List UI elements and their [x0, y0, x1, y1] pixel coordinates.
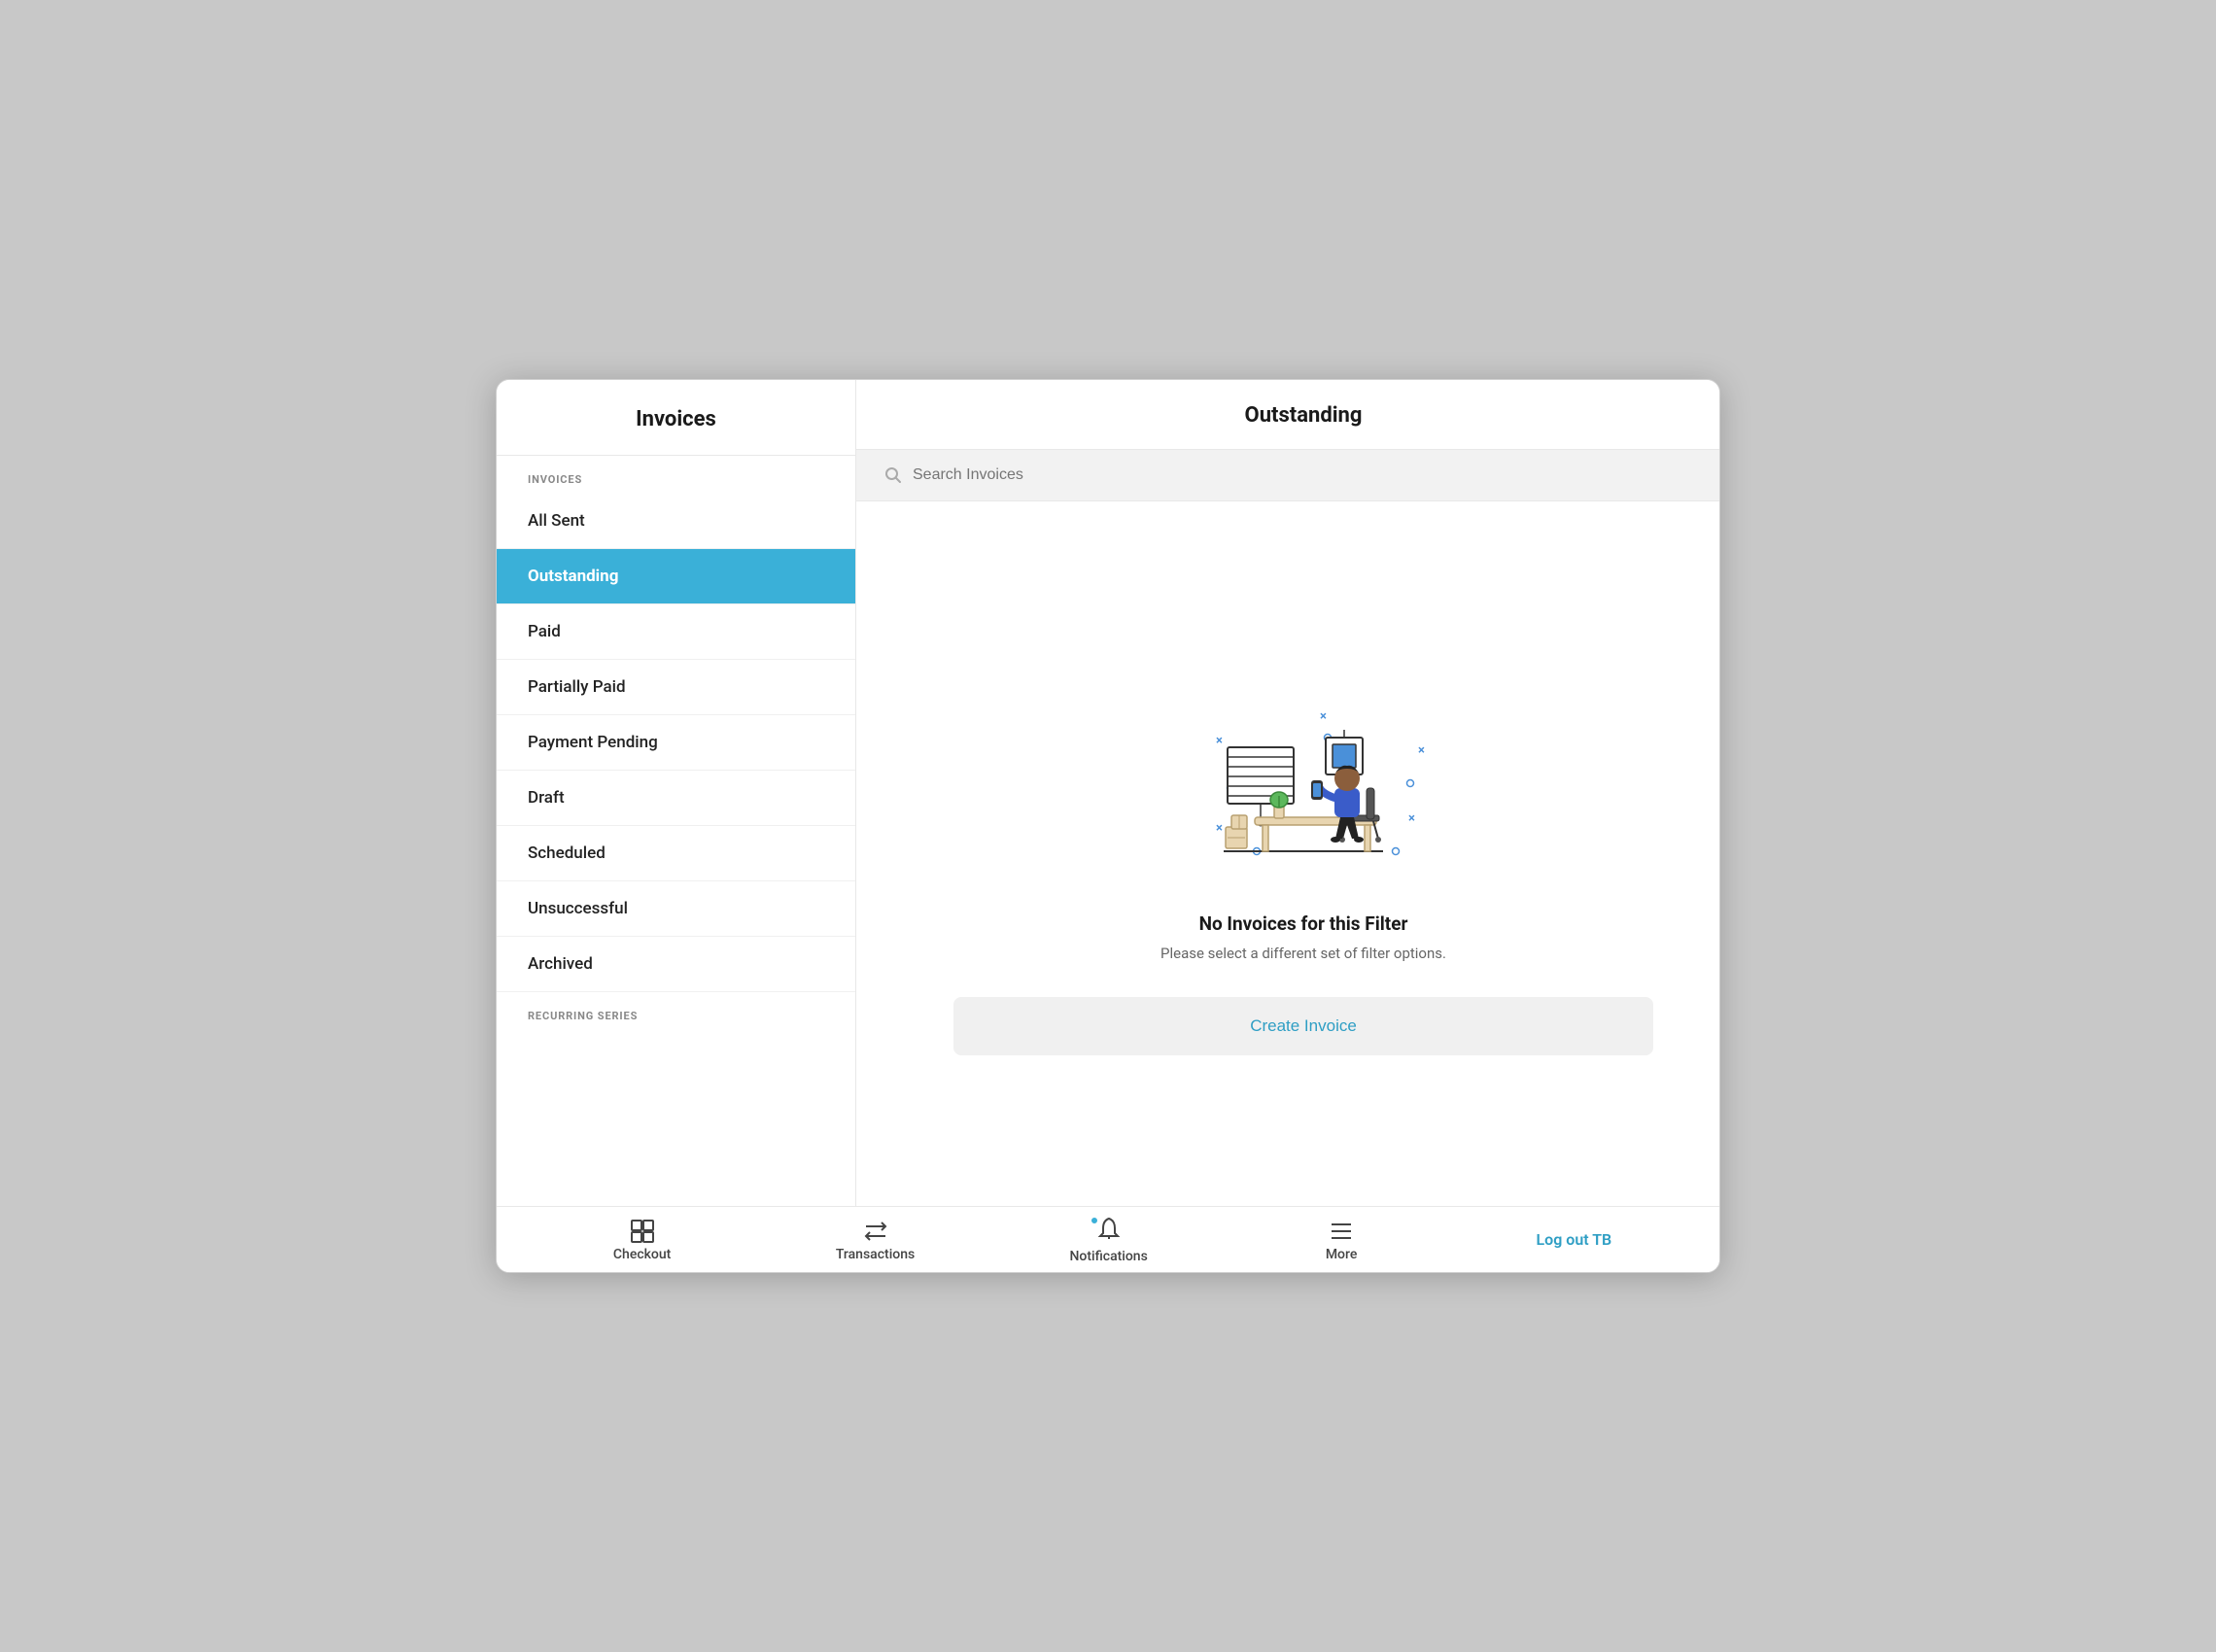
sidebar-item-partially-paid[interactable]: Partially Paid [497, 660, 855, 715]
logout-button[interactable]: Log out TB [1535, 1230, 1612, 1249]
more-icon [1328, 1218, 1355, 1245]
app-frame: Invoices INVOICES All Sent Outstanding P… [496, 379, 1720, 1273]
main-content: Invoices INVOICES All Sent Outstanding P… [497, 380, 1719, 1206]
nav-transactions[interactable]: Transactions [836, 1218, 915, 1262]
empty-subtitle: Please select a different set of filter … [1160, 945, 1446, 962]
notifications-icon [1095, 1216, 1123, 1243]
sidebar-item-paid[interactable]: Paid [497, 604, 855, 660]
svg-text:×: × [1408, 811, 1415, 826]
sidebar-section-invoices: INVOICES [497, 456, 855, 494]
sidebar-item-draft[interactable]: Draft [497, 771, 855, 826]
notification-badge [1090, 1216, 1099, 1225]
search-icon [883, 465, 903, 485]
checkout-icon [629, 1218, 656, 1245]
page-title: Outstanding [856, 380, 1719, 450]
search-input[interactable] [913, 466, 1719, 484]
create-invoice-button[interactable]: Create Invoice [953, 997, 1653, 1055]
nav-checkout[interactable]: Checkout [604, 1218, 681, 1262]
sidebar-item-archived[interactable]: Archived [497, 937, 855, 992]
sidebar-section-recurring: RECURRING SERIES [497, 992, 855, 1030]
svg-text:×: × [1418, 743, 1425, 758]
svg-text:×: × [1216, 821, 1223, 836]
notifications-label: Notifications [1069, 1249, 1147, 1264]
sidebar-item-all-sent[interactable]: All Sent [497, 494, 855, 549]
sidebar: Invoices INVOICES All Sent Outstanding P… [497, 380, 856, 1206]
empty-illustration: × × × × × [1177, 671, 1430, 885]
empty-state: × × × × × [856, 501, 1719, 1206]
main-panel: Outstanding × × × × × [856, 380, 1719, 1206]
transactions-icon [862, 1218, 889, 1245]
bottom-nav: Checkout Transactions Notifications [497, 1206, 1719, 1272]
sidebar-item-unsuccessful[interactable]: Unsuccessful [497, 881, 855, 937]
sidebar-title: Invoices [497, 380, 855, 456]
transactions-label: Transactions [836, 1247, 915, 1262]
sidebar-item-outstanding[interactable]: Outstanding [497, 549, 855, 604]
search-bar [856, 450, 1719, 501]
sidebar-item-payment-pending[interactable]: Payment Pending [497, 715, 855, 771]
nav-more[interactable]: More [1302, 1218, 1380, 1262]
empty-title: No Invoices for this Filter [1199, 912, 1408, 935]
svg-text:×: × [1216, 734, 1223, 748]
nav-notifications[interactable]: Notifications [1069, 1216, 1147, 1264]
svg-text:×: × [1320, 709, 1327, 724]
sidebar-item-scheduled[interactable]: Scheduled [497, 826, 855, 881]
checkout-label: Checkout [613, 1247, 671, 1262]
more-label: More [1326, 1247, 1358, 1262]
